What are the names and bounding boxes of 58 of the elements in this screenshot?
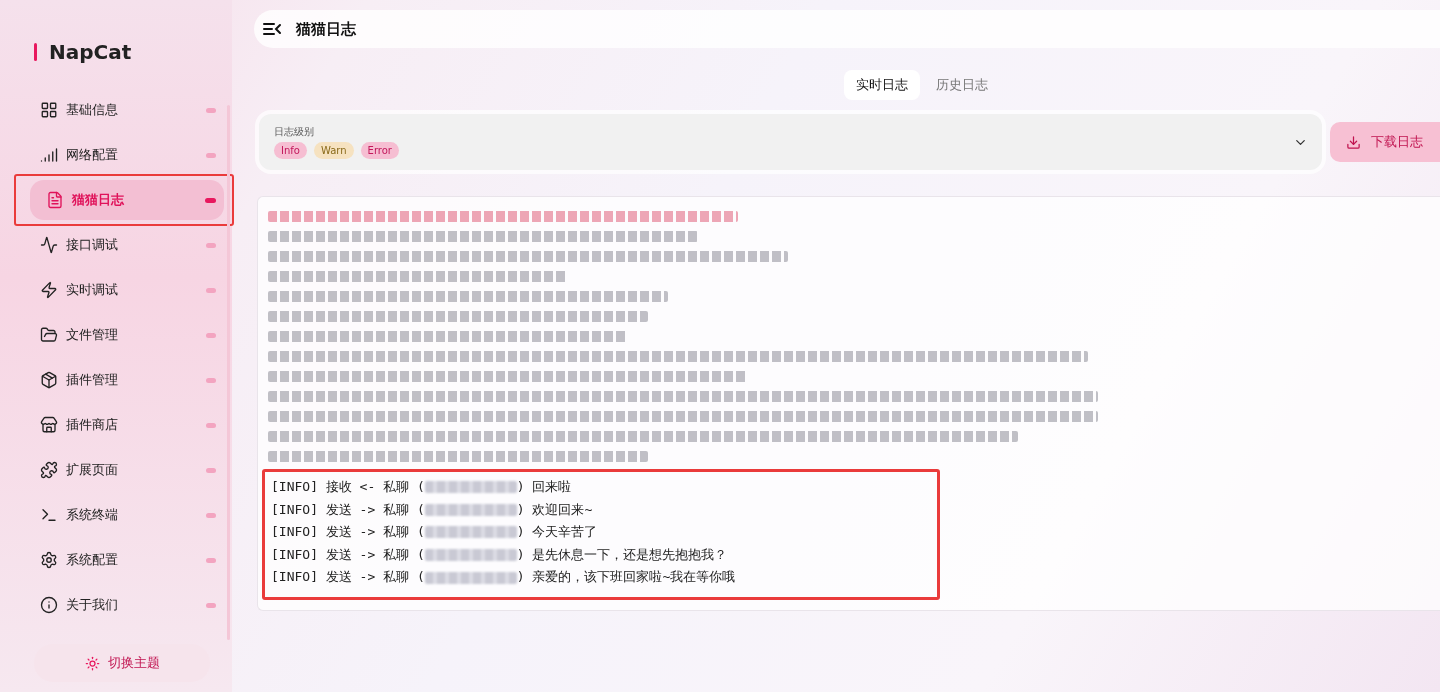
download-button[interactable]: 下载日志 [1330, 122, 1440, 162]
brand-accent-bar [34, 43, 37, 61]
indicator-pill-icon [205, 197, 216, 203]
indicator-pill-icon [206, 107, 216, 113]
indicator-pill-icon [206, 377, 216, 383]
nav-icon [40, 596, 58, 614]
indicator-pill-icon [206, 422, 216, 428]
sidebar-item[interactable]: 网络配置 [30, 135, 224, 175]
log-text: [INFO] 接收 <- 私聊 ( [271, 478, 425, 496]
nav-icon [40, 416, 58, 434]
level-chip: Warn [313, 142, 354, 159]
field-label: 日志级别 [274, 125, 315, 139]
nav-icon [40, 461, 58, 479]
sidebar-item[interactable]: 扩展页面 [30, 450, 224, 490]
log-text: ) 回来啦 [516, 478, 572, 496]
sidebar-item[interactable]: 插件管理 [30, 360, 224, 400]
sidebar-item[interactable]: 基础信息 [30, 90, 224, 130]
sidebar-item[interactable]: 接口调试 [30, 225, 224, 265]
brand-name: NapCat [49, 40, 132, 64]
tab[interactable]: 历史日志 [924, 70, 1000, 100]
log-text: ) 欢迎回来~ [516, 500, 593, 519]
log-text: [INFO] 发送 -> 私聊 ( [271, 568, 425, 587]
indicator-pill-icon [206, 332, 216, 338]
indicator-pill-icon [206, 557, 216, 563]
menu-collapse-icon[interactable] [262, 21, 282, 37]
log-text: ) 是先休息一下，还是想先抱抱我？ [516, 545, 728, 564]
nav-icon [40, 236, 58, 254]
indicator-pill-icon [206, 287, 216, 293]
level-chip: Error [360, 142, 399, 159]
nav-icon [40, 551, 58, 569]
sidebar-item[interactable]: 插件商店 [30, 405, 224, 445]
indicator-pill-icon [206, 152, 216, 158]
nav-icon [40, 371, 58, 389]
nav-icon [40, 146, 58, 164]
log-text: [INFO] 发送 -> 私聊 ( [271, 545, 425, 564]
indicator-pill-icon [206, 242, 216, 248]
nav-icon [46, 191, 64, 209]
log-text: ) 今天辛苦了 [516, 523, 598, 542]
sidebar-item[interactable]: 系统配置 [30, 540, 224, 580]
nav-icon [40, 506, 58, 524]
level-chip: Info [274, 142, 307, 159]
download-icon [1346, 134, 1361, 150]
log-text: [INFO] 发送 -> 私聊 ( [271, 500, 425, 519]
log-text: [INFO] 发送 -> 私聊 ( [271, 523, 425, 542]
tab[interactable]: 实时日志 [844, 70, 920, 100]
indicator-pill-icon [206, 467, 216, 473]
sidebar-item[interactable]: 关于我们 [30, 585, 224, 625]
indicator-pill-icon [206, 512, 216, 518]
sidebar-item[interactable]: 系统终端 [30, 495, 224, 535]
page-title: 猫猫日志 [296, 19, 356, 39]
log-text: ) 亲爱的，该下班回家啦~我在等你哦 [516, 568, 736, 587]
nav-icon [40, 281, 58, 299]
nav-icon [40, 326, 58, 344]
sun-icon [84, 655, 100, 671]
indicator-pill-icon [206, 602, 216, 608]
sidebar-item[interactable]: 实时调试 [30, 270, 224, 310]
nav-icon [40, 101, 58, 119]
sidebar-item[interactable]: 文件管理 [30, 315, 224, 355]
